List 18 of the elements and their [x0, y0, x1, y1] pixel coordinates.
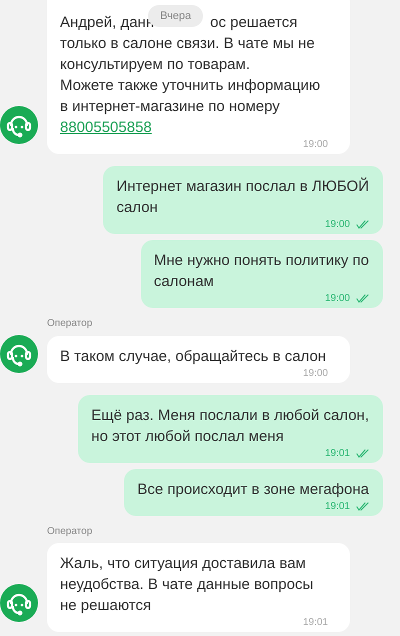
sender-name: Оператор — [47, 526, 94, 538]
sender-name: Оператор — [47, 318, 94, 330]
message-time: 19:00 — [302, 138, 328, 151]
message-time: 19:00 — [324, 292, 350, 305]
message-time: 19:01 — [324, 447, 350, 460]
message-text: Ещё раз. Меня послали в любой салон, но этот любой послал меня — [91, 406, 369, 447]
message-text: Жаль, что ситуация доставила вам неудобства. В чате данные вопросы не решаются — [60, 554, 314, 616]
message-time: 19:00 — [302, 367, 328, 380]
message-text: ос решается — [210, 13, 298, 33]
message-time: 19:01 — [324, 500, 350, 513]
message-text: только в салоне связи. В чате мы не консультируем по товарам. Можете также уточнить информацию в интернет-магазине по номеру — [60, 34, 322, 117]
message-text: Интернет магазин послал в ЛЮБОЙ салон — [116, 176, 369, 218]
message-time: 19:00 — [324, 218, 350, 231]
message-text: Все происходит в зоне мегафона — [137, 480, 369, 500]
message-time: 19:01 — [302, 616, 328, 629]
message-text: В таком случае, обращайтесь в салон — [60, 347, 328, 367]
message-text: Мне нужно понять политику по салонам — [154, 251, 369, 292]
phone-link[interactable]: 88005505858 — [60, 117, 328, 138]
